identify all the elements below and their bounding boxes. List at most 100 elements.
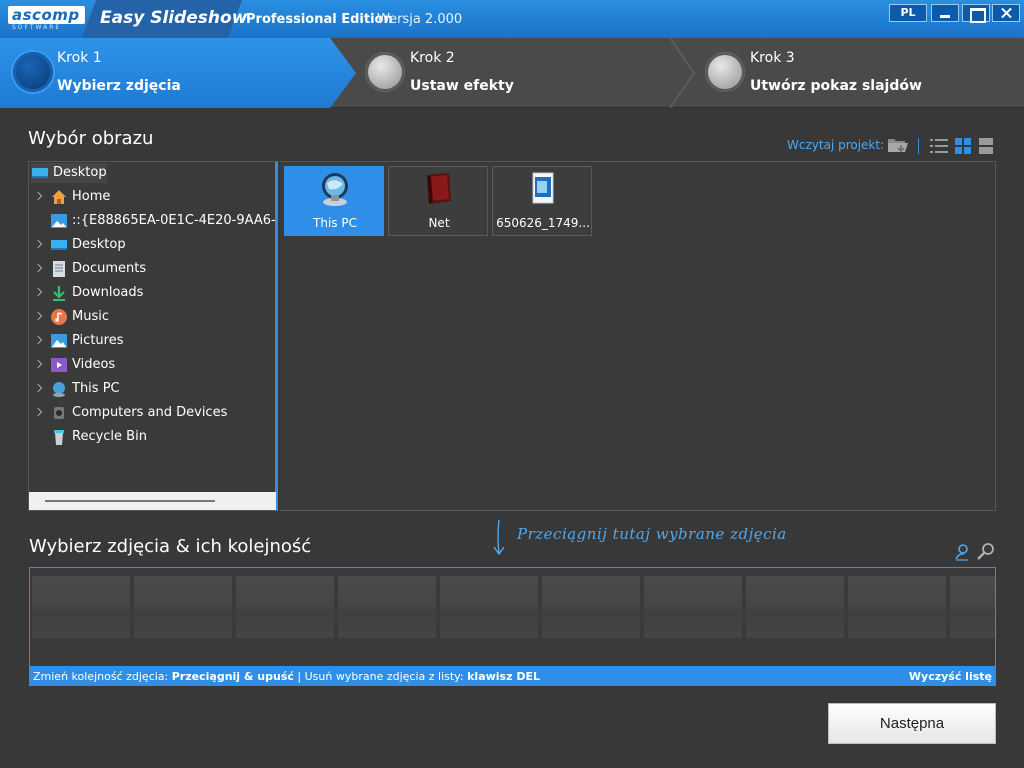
load-project-label[interactable]: Wczytaj projekt: [787,138,884,152]
list-view-icon[interactable] [930,138,948,158]
tree-item-label: Music [72,309,109,324]
tree-item-recycle-bin[interactable]: Recycle Bin [29,426,276,448]
file-tile[interactable]: This PC [284,166,384,236]
ascomp-logo: ascomp SOFTWARE [0,0,96,38]
step-1-label: Wybierz zdjęcia [57,78,181,94]
order-title: Wybierz zdjęcia & ich kolejność [29,536,312,557]
music-icon [51,309,67,325]
placeholder-thumb [236,576,334,638]
open-folder-icon[interactable] [887,136,909,158]
tree-item-music[interactable]: Music [29,306,276,328]
edition-label: Professional Edition [246,12,393,27]
title-bar: ascomp SOFTWARE Easy Slideshow Professio… [0,0,1024,38]
tree-item-this-pc[interactable]: This PC [29,378,276,400]
drag-hint: Przeciągnij tutaj wybrane zdjęcia [517,525,787,543]
step-2-indicator[interactable] [365,52,405,92]
grid-view-icon[interactable] [955,138,971,158]
devices-icon [51,405,67,421]
tree-item-guid[interactable]: ::{E88865EA-0E1C-4E20-9AA6-EDCD [29,210,276,232]
tree-item-desktop[interactable]: Desktop [29,234,276,256]
scrollbar-thumb[interactable] [45,500,215,502]
file-name: 650626_1749... [496,216,590,230]
footer-text: Zmień kolejność zdjęcia: [33,670,169,683]
steps-bar: Krok 1 Wybierz zdjęcia Krok 2 Ustaw efek… [0,38,1024,108]
tree-item-pictures[interactable]: Pictures [29,330,276,352]
tree-horizontal-scrollbar[interactable] [29,492,276,510]
version-label: Wersja 2.000 [377,12,463,27]
step-3-indicator[interactable] [705,52,745,92]
step-2-label[interactable]: Ustaw efekty [410,78,514,94]
tree-item-label: Desktop [72,237,126,252]
tree-item-label: Desktop [53,165,107,180]
step-divider [668,38,698,108]
step-1[interactable] [0,38,356,108]
drop-area-footer: Zmień kolejność zdjęcia: Przeciągnij & u… [29,667,996,686]
image-file-icon [525,171,561,207]
expand-chevron-icon[interactable] [33,335,43,345]
tree-item-label: This PC [72,381,120,396]
logo-subtext: SOFTWARE [12,24,62,31]
tree-item-label: Computers and Devices [72,405,228,420]
file-browser[interactable]: This PC Net 650626_1749... [280,161,996,511]
clear-list-link[interactable]: Wyczyść listę [909,667,992,686]
step-1-indicator [13,52,53,92]
tree-item-label: Recycle Bin [72,429,147,444]
network-book-icon [421,171,457,207]
placeholder-thumb [440,576,538,638]
picker-title: Wybór obrazu [28,128,154,149]
step-3-number: Krok 3 [750,50,795,66]
search-icon[interactable] [977,542,995,564]
videos-icon [51,357,67,373]
tree-item-label: Home [72,189,111,204]
file-tile[interactable]: 650626_1749... [492,166,592,236]
slideshow-drop-area[interactable] [29,567,996,667]
app-name: Easy Slideshow [100,8,248,28]
footer-bold: klawisz DEL [467,670,540,683]
tile-view-icon[interactable] [979,138,993,158]
language-button[interactable]: PL [889,4,927,22]
step-3-label[interactable]: Utwórz pokaz slajdów [750,78,922,94]
picture-icon [51,213,67,229]
file-tile[interactable]: Net [388,166,488,236]
expand-chevron-icon[interactable] [33,239,43,249]
tree-item-downloads[interactable]: Downloads [29,282,276,304]
pictures-icon [51,333,67,349]
placeholder-thumb [338,576,436,638]
tree-item-desktop-root[interactable]: Desktop [29,162,276,184]
expand-chevron-icon[interactable] [33,263,43,273]
folder-tree[interactable]: Desktop Home ::{E88865EA-0E1C-4E20-9AA6-… [28,161,278,511]
expand-chevron-icon[interactable] [33,407,43,417]
user-icon[interactable] [954,543,970,565]
expand-chevron-icon[interactable] [33,383,43,393]
placeholder-thumb [746,576,844,638]
placeholder-thumb [542,576,640,638]
file-name: Net [428,216,450,230]
tree-item-label: Pictures [72,333,124,348]
footer-bold: Przeciągnij & upuść [171,670,294,683]
tree-item-home[interactable]: Home [29,186,276,208]
tree-item-documents[interactable]: Documents [29,258,276,280]
footer-hint: Zmień kolejność zdjęcia: Przeciągnij & u… [33,667,540,686]
computer-icon [51,381,67,397]
footer-text: | Usuń wybrane zdjęcia z listy: [297,670,464,683]
expand-chevron-icon[interactable] [33,287,43,297]
toolbar-separator [918,138,919,154]
documents-icon [51,261,67,277]
placeholder-thumb [644,576,742,638]
desktop-icon [51,237,67,253]
expand-chevron-icon[interactable] [33,359,43,369]
minimize-button[interactable] [931,4,959,22]
tree-item-label: Downloads [72,285,144,300]
expand-chevron-icon[interactable] [33,191,43,201]
next-button[interactable]: Następna [828,703,996,744]
computer-icon [317,171,353,207]
expand-chevron-icon[interactable] [33,311,43,321]
tree-item-computers-devices[interactable]: Computers and Devices [29,402,276,424]
step-2-number: Krok 2 [410,50,455,66]
drop-arrow-icon [492,519,506,561]
close-button[interactable] [992,4,1020,22]
maximize-button[interactable] [962,4,990,23]
tree-item-videos[interactable]: Videos [29,354,276,376]
download-icon [51,285,67,301]
tree-item-label: ::{E88865EA-0E1C-4E20-9AA6-EDCD [72,213,276,228]
